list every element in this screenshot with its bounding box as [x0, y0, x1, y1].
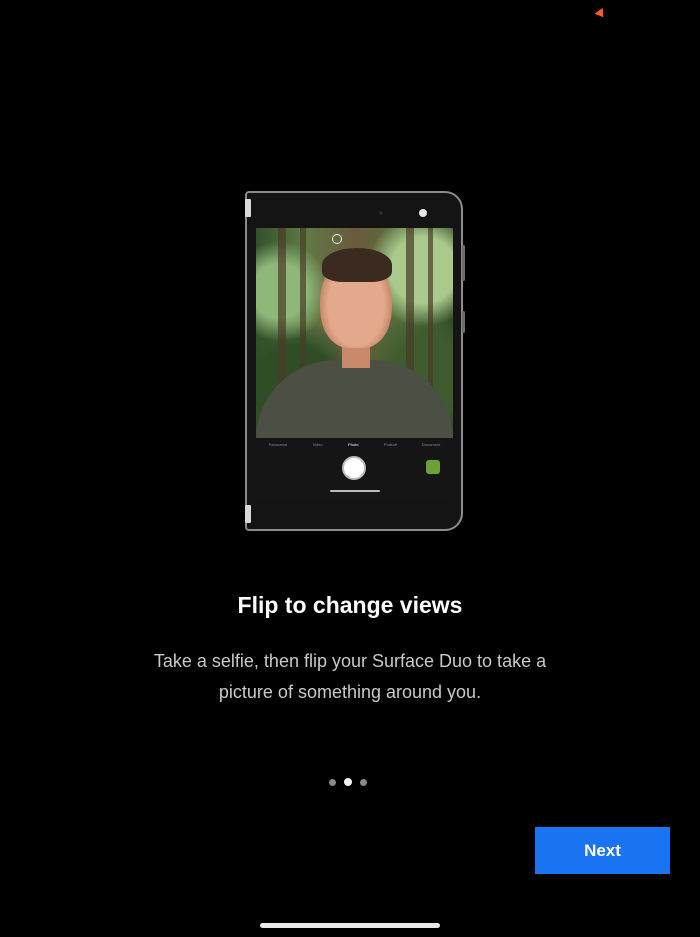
shutter-button-icon — [342, 456, 366, 480]
page-title: Flip to change views — [237, 592, 463, 618]
person-hair — [322, 248, 392, 282]
device-screen: Panorama Video Photo Portrait Document — [256, 228, 453, 498]
camera-mode: Document — [422, 442, 441, 447]
sensor — [379, 211, 383, 215]
page-description: Take a selfie, then flip your Surface Du… — [153, 651, 547, 702]
home-indicator[interactable] — [260, 923, 440, 928]
camera-mode: Panorama — [268, 442, 288, 447]
page-indicator — [329, 778, 367, 786]
page-dot-1[interactable] — [329, 778, 336, 786]
switch-camera-icon — [426, 460, 440, 474]
volume-button — [462, 245, 465, 281]
next-button[interactable]: Next — [535, 827, 670, 874]
camera-mode: Portrait — [383, 442, 397, 447]
camera-mode-row: Panorama Video Photo Portrait Document — [256, 442, 453, 447]
camera-mode: Video — [312, 442, 323, 447]
notification-indicator-icon — [594, 7, 608, 21]
camera-settings-icon — [332, 234, 342, 244]
page-dot-2-active[interactable] — [344, 778, 352, 786]
surface-duo-illustration: Panorama Video Photo Portrait Document — [245, 191, 465, 531]
power-button — [462, 311, 465, 333]
front-camera-icon — [419, 209, 427, 217]
screen-handle — [330, 490, 380, 492]
camera-mode-active: Photo — [348, 442, 359, 447]
hinge-bottom — [245, 505, 251, 523]
camera-controls: Panorama Video Photo Portrait Document — [256, 438, 453, 498]
hinge-top — [245, 199, 251, 217]
camera-viewfinder — [256, 228, 453, 440]
page-dot-3[interactable] — [360, 778, 367, 786]
